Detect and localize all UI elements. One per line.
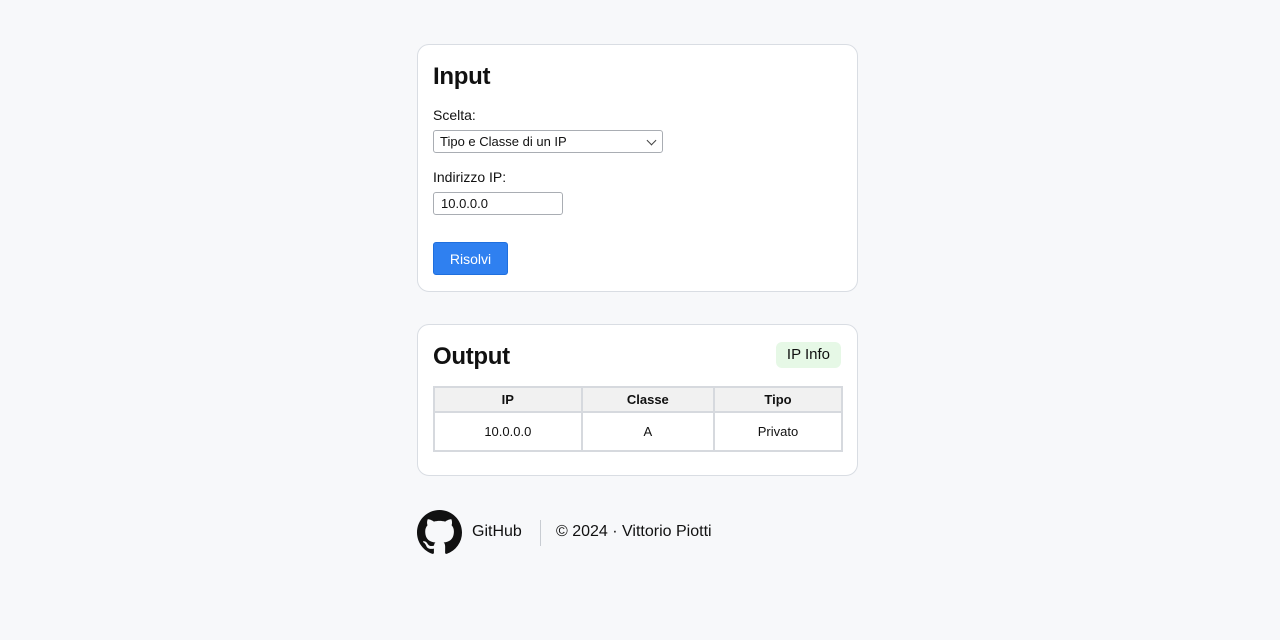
scelta-selected-value: Tipo e Classe di un IP <box>440 134 567 149</box>
footer-divider <box>540 520 541 546</box>
github-link[interactable]: GitHub <box>472 523 522 541</box>
table-row: 10.0.0.0 A Privato <box>433 411 843 452</box>
copyright-text: © 2024 · Vittorio Piotti <box>556 523 712 540</box>
cell-classe: A <box>580 411 716 452</box>
chevron-down-icon <box>646 135 657 146</box>
scelta-select[interactable]: Tipo e Classe di un IP <box>433 130 663 153</box>
scelta-label: Scelta: <box>433 107 476 123</box>
input-card: Input Scelta: Tipo e Classe di un IP Ind… <box>417 44 858 292</box>
input-title: Input <box>433 63 491 90</box>
github-icon[interactable] <box>417 510 462 555</box>
header-tipo: Tipo <box>713 386 843 413</box>
result-table: IP Classe Tipo 10.0.0.0 A Privato <box>433 386 843 452</box>
output-card: Output IP Info IP Classe Tipo 10.0.0.0 A… <box>417 324 858 476</box>
cell-tipo: Privato <box>713 411 843 452</box>
cell-ip: 10.0.0.0 <box>433 411 583 452</box>
ip-label: Indirizzo IP: <box>433 169 507 185</box>
footer: GitHub © 2024 · Vittorio Piotti <box>417 510 858 556</box>
header-classe: Classe <box>580 386 716 413</box>
risolvi-button[interactable]: Risolvi <box>433 242 508 275</box>
ip-address-input[interactable] <box>433 192 563 215</box>
table-header-row: IP Classe Tipo <box>433 386 843 413</box>
ip-info-badge: IP Info <box>775 342 841 368</box>
output-title: Output <box>433 343 510 370</box>
header-ip: IP <box>433 386 583 413</box>
